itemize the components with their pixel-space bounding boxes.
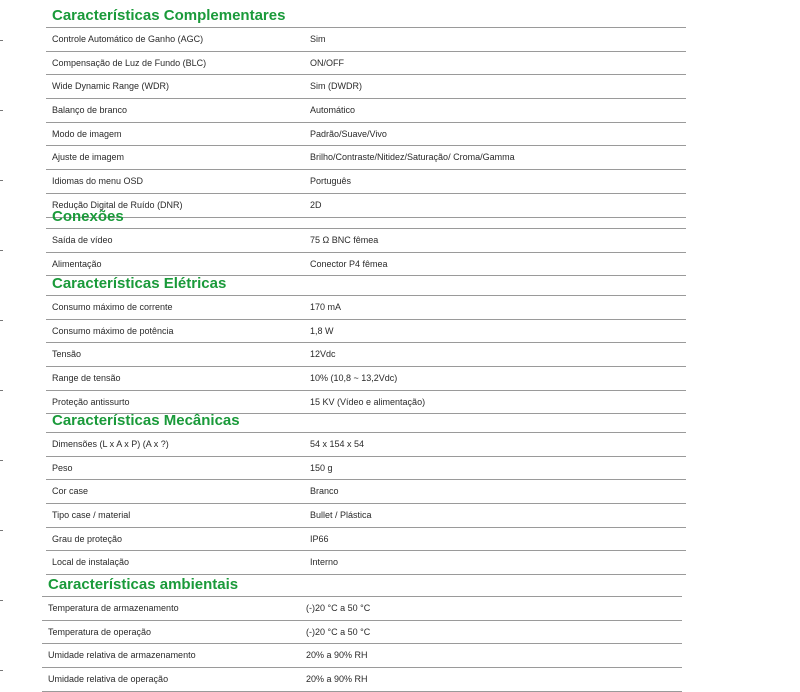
spec-label: Tipo case / material	[52, 510, 131, 521]
spec-value: Branco	[310, 486, 339, 497]
spec-label: Dimensões (L x A x P) (A x ?)	[52, 439, 169, 449]
spec-value: 170 mA	[310, 302, 342, 312]
spec-row: Balanço de branco Automático	[46, 99, 686, 123]
spec-value: 12Vdc	[310, 349, 336, 360]
spec-value: 10% (10,8 ~ 13,2Vdc)	[310, 373, 398, 384]
spec-label: Grau de proteção	[52, 533, 123, 544]
spec-label: Controle Automático de Ganho (AGC)	[52, 34, 204, 44]
spec-row: Temperatura de operação (-)20 °C a 50 °C	[42, 621, 682, 645]
spec-row: Dimensões (L x A x P) (A x ?) 54 x 154 x …	[46, 433, 686, 457]
spec-value: Português	[310, 176, 352, 187]
spec-section: Características ambientais Temperatura de…	[42, 574, 682, 692]
spec-section: Características Elétricas Consumo máximo …	[46, 273, 686, 415]
section-title: Características Elétricas	[46, 273, 686, 296]
spec-value: 54 x 154 x 54	[310, 439, 365, 449]
section-title: Características ambientais	[42, 574, 682, 597]
spec-value: Padrão/Suave/Vivo	[310, 128, 387, 139]
spec-row: Temperatura de armazenamento (-)20 °C a 5…	[42, 597, 682, 621]
spec-value: 20% a 90% RH	[306, 650, 368, 661]
spec-value: Automático	[310, 105, 356, 116]
spec-row: Ajuste de imagem Brilho/Contraste/Nitidez…	[46, 146, 686, 171]
spec-row: Range de tensão 10% (10,8 ~ 13,2Vdc)	[46, 367, 686, 391]
section-title: Características Mecânicas	[46, 410, 686, 433]
spec-label: Consumo máximo de corrente	[52, 302, 173, 312]
spec-label: Saída de vídeo	[52, 235, 113, 245]
spec-label: Range de tensão	[52, 373, 121, 384]
spec-label: Wide Dynamic Range (WDR)	[52, 81, 170, 92]
spec-section: Características Complementares Controle A…	[46, 5, 686, 218]
spec-value: 150 g	[310, 462, 333, 473]
spec-value: (-)20 °C a 50 °C	[306, 603, 371, 613]
spec-value: (-)20 °C a 50 °C	[306, 626, 371, 637]
spec-row: Consumo máximo de potência 1,8 W	[46, 320, 686, 344]
spec-section: Características Mecânicas Dimensões (L x …	[46, 410, 686, 576]
spec-value: Sim	[310, 34, 326, 44]
spec-row: Tipo case / material Bullet / Plástica	[46, 504, 686, 528]
spec-row: Tensão 12Vdc	[46, 343, 686, 368]
spec-row: Grau de proteção IP66	[46, 528, 686, 552]
spec-label: Alimentação	[52, 258, 102, 269]
spec-row: Local de instalação Interno	[46, 551, 686, 576]
spec-label: Local de instalação	[52, 557, 130, 568]
spec-row: Modo de imagem Padrão/Suave/Vivo	[46, 123, 686, 147]
spec-value: IP66	[310, 533, 329, 544]
spec-row: Cor case Branco	[46, 480, 686, 505]
spec-row: Compensação de Luz de Fundo (BLC) ON/OFF	[46, 52, 686, 76]
spec-value: ON/OFF	[310, 57, 344, 68]
section-title: Conexões	[46, 206, 686, 229]
spec-section: Conexões Saída de vídeo 75 Ω BNC fêmea Alim…	[46, 206, 686, 277]
spec-row: Umidade relativa de armazenamento 20% a 9…	[42, 644, 682, 669]
spec-label: Modo de imagem	[52, 128, 122, 139]
spec-value: Interno	[310, 557, 339, 568]
spec-label: Temperatura de operação	[48, 626, 152, 637]
spec-row: Idiomas do menu OSD Português	[46, 170, 686, 194]
spec-value: 1,8 W	[310, 325, 334, 336]
spec-row: Controle Automático de Ganho (AGC) Sim	[46, 28, 686, 52]
spec-label: Balanço de branco	[52, 105, 128, 116]
spec-value: 75 Ω BNC fêmea	[310, 235, 379, 245]
spec-label: Ajuste de imagem	[52, 152, 125, 163]
spec-label: Cor case	[52, 486, 89, 497]
spec-label: Idiomas do menu OSD	[52, 176, 144, 187]
spec-row: Saída de vídeo 75 Ω BNC fêmea	[46, 229, 686, 253]
spec-label: Tensão	[52, 349, 82, 360]
spec-value: Bullet / Plástica	[310, 510, 372, 521]
spec-value: 20% a 90% RH	[306, 674, 368, 685]
spec-label: Temperatura de armazenamento	[48, 603, 179, 613]
spec-label: Compensação de Luz de Fundo (BLC)	[52, 57, 207, 68]
spec-row: Umidade relativa de operação 20% a 90% RH	[42, 668, 682, 692]
spec-label: Umidade relativa de armazenamento	[48, 650, 196, 661]
spec-row: Peso 150 g	[46, 457, 686, 481]
section-title: Características Complementares	[46, 5, 686, 28]
spec-label: Consumo máximo de potência	[52, 325, 174, 336]
spec-row: Wide Dynamic Range (WDR) Sim (DWDR)	[46, 75, 686, 100]
spec-value: Brilho/Contraste/Nitidez/Saturação/ Crom…	[310, 152, 515, 163]
spec-value: Sim (DWDR)	[310, 81, 362, 92]
spec-label: Umidade relativa de operação	[48, 674, 169, 685]
spec-value: Conector P4 fêmea	[310, 258, 388, 269]
spec-row: Consumo máximo de corrente 170 mA	[46, 296, 686, 320]
spec-label: Peso	[52, 462, 73, 473]
